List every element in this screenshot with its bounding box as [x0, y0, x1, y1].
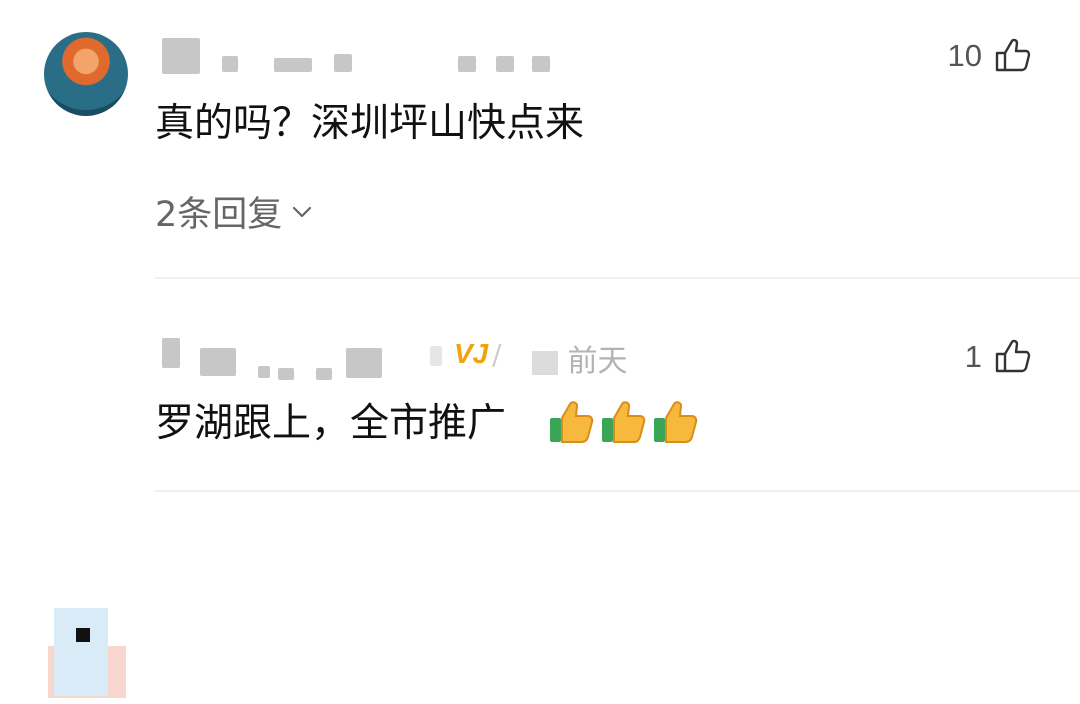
username-redacted — [278, 368, 294, 380]
username-redacted — [200, 348, 236, 376]
emoji-row — [548, 398, 702, 448]
divider — [155, 490, 1080, 492]
username-redacted — [316, 368, 332, 380]
thumbs-up-emoji-icon — [600, 398, 650, 448]
thumbs-up-icon[interactable] — [994, 36, 1032, 74]
vip-badge-icon: VJ — [454, 338, 489, 369]
comment-text: 真的吗？深圳坪山快点来 — [155, 101, 585, 146]
comment-text: 罗湖跟上，全市推广 — [155, 401, 507, 446]
username-redacted — [334, 54, 352, 72]
username-redacted[interactable] — [162, 338, 180, 368]
username-redacted — [430, 346, 442, 366]
separator-icon: / — [492, 338, 502, 371]
like-control[interactable]: 1 — [965, 337, 1032, 375]
username-redacted — [222, 56, 238, 72]
location-redacted — [496, 56, 514, 72]
username-redacted — [274, 58, 312, 72]
like-count: 1 — [964, 338, 982, 374]
avatar[interactable] — [44, 32, 128, 116]
location-redacted — [458, 56, 476, 72]
replies-label: 2条回复 — [155, 195, 283, 235]
location-redacted — [532, 56, 550, 72]
location-redacted — [532, 350, 558, 375]
comment-item — [0, 280, 1080, 704]
comment-time: 前天 — [532, 336, 628, 380]
thumbs-up-icon[interactable] — [994, 337, 1032, 375]
thumbs-up-emoji-icon — [548, 398, 598, 448]
divider — [155, 277, 1080, 279]
like-count: 10 — [947, 37, 982, 73]
username-redacted[interactable] — [162, 38, 200, 74]
username-redacted — [346, 348, 382, 378]
comment-item: 10 真的吗？深圳坪山快点来 2条回复 — [0, 0, 1080, 280]
thumbs-up-emoji-icon — [652, 398, 702, 448]
username-redacted — [258, 366, 270, 378]
chevron-down-icon — [290, 200, 314, 224]
like-control[interactable]: 10 — [948, 36, 1032, 74]
avatar[interactable] — [48, 608, 134, 704]
comment-time-label: 前天 — [567, 344, 628, 379]
view-replies-button[interactable]: 2条回复 — [155, 186, 314, 237]
